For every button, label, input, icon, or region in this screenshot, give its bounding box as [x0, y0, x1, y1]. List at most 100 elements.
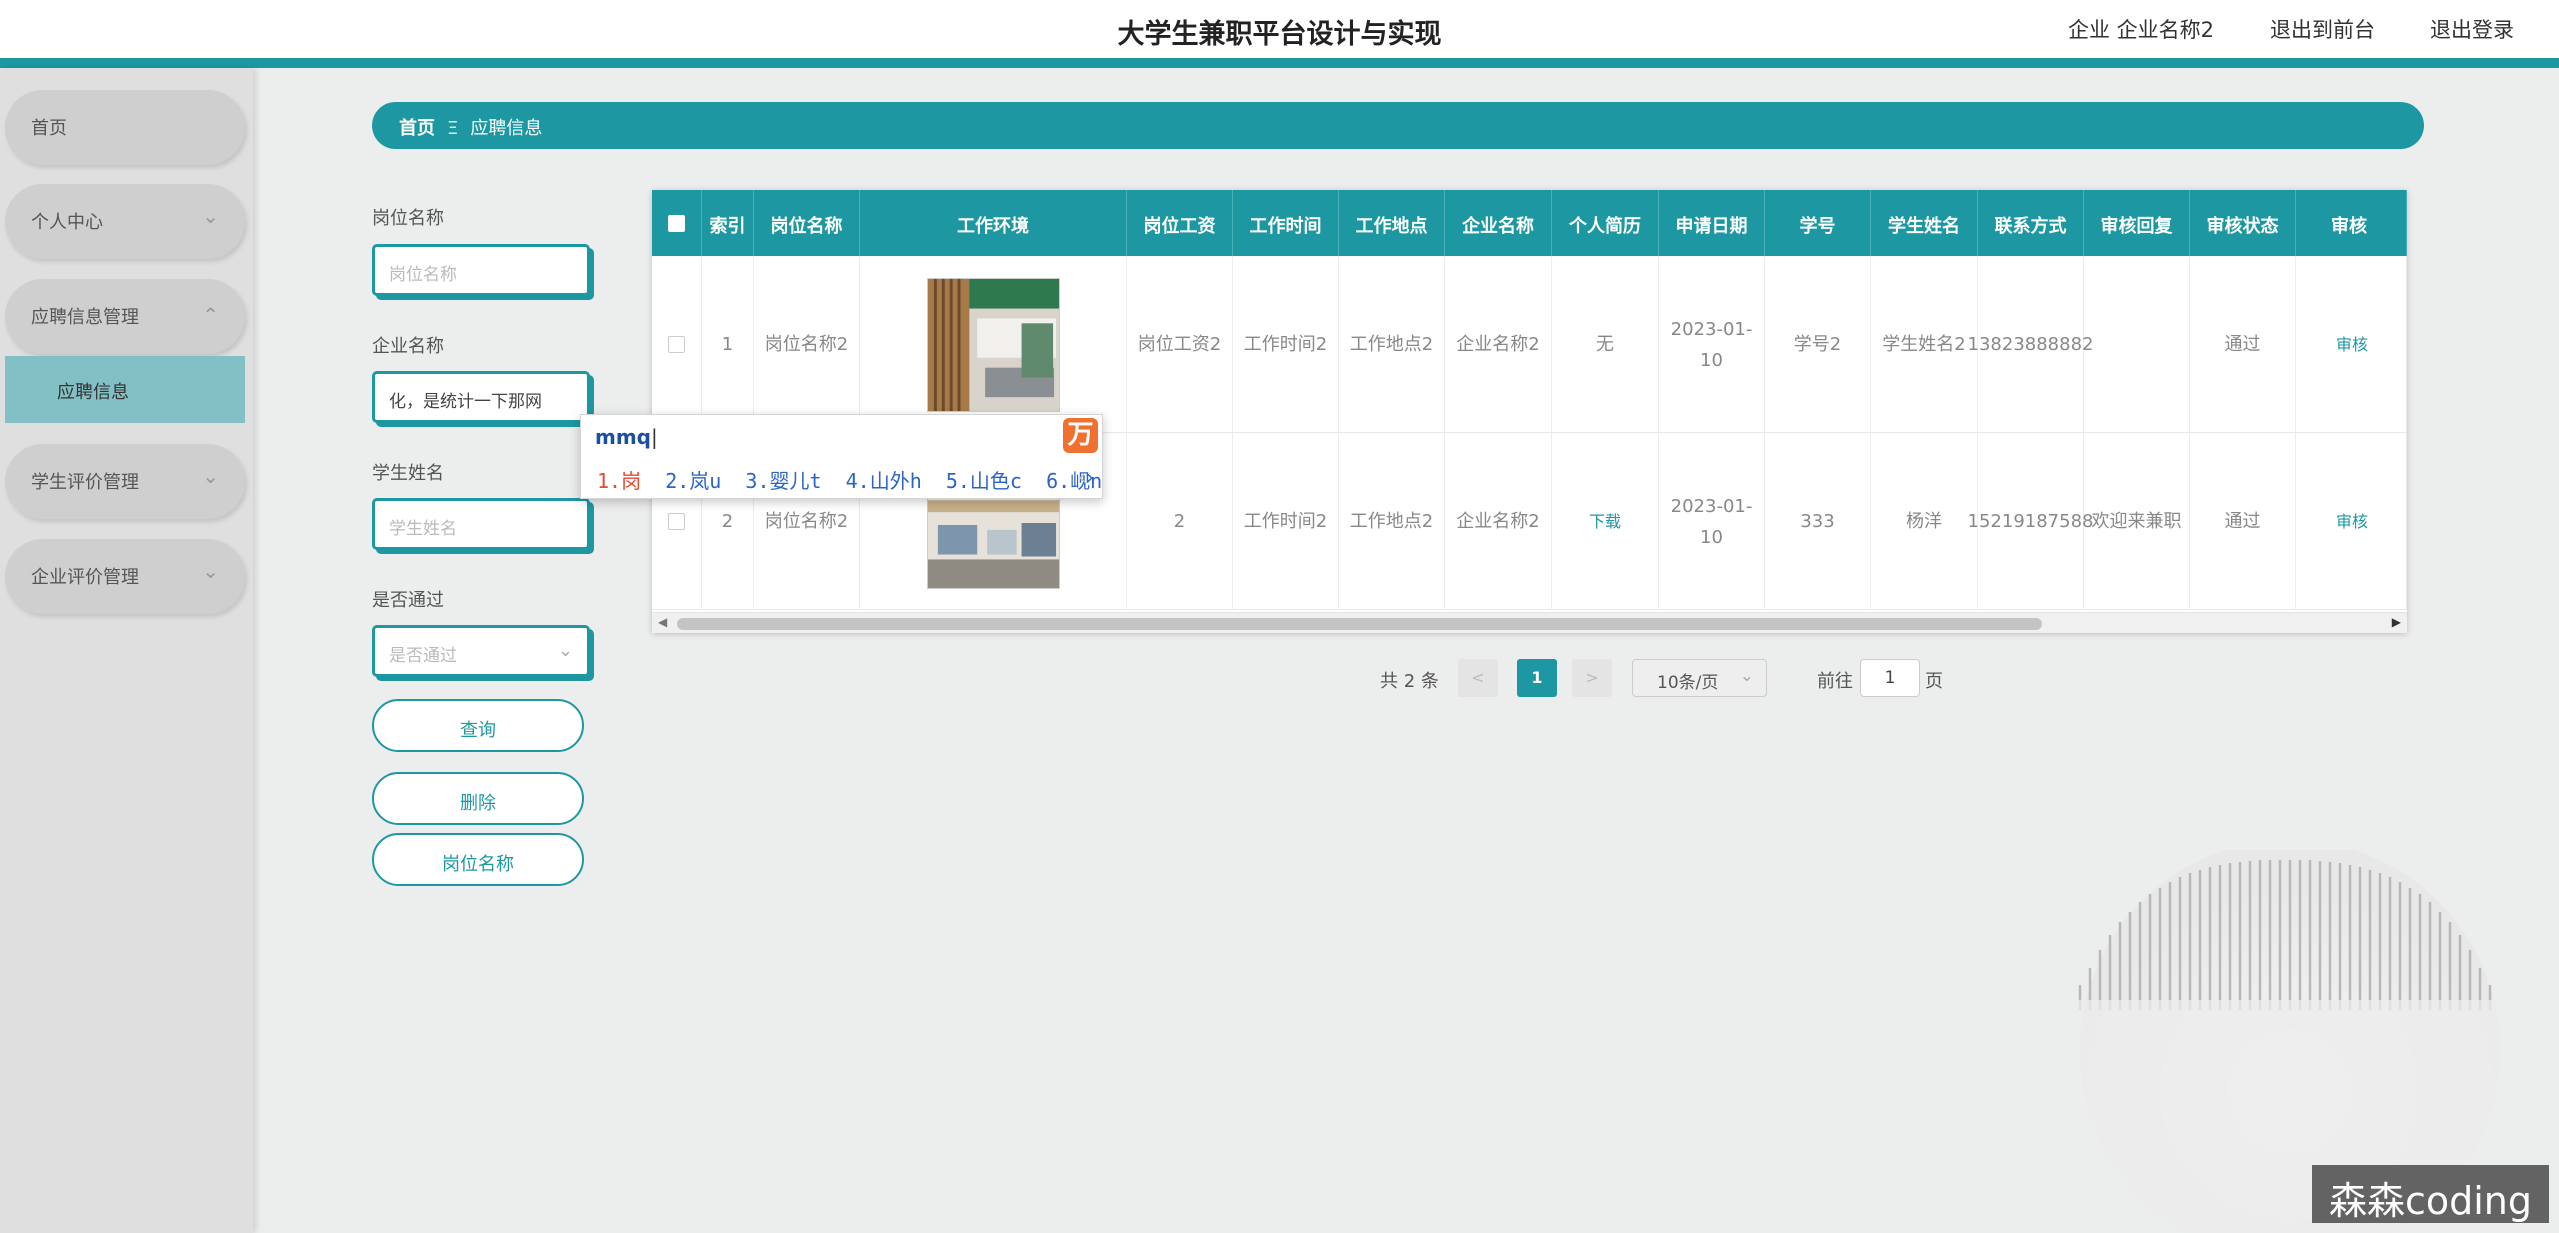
scroll-left-arrow-icon[interactable]: ◀ — [658, 615, 667, 629]
ime-page-arrows: ‹› — [1078, 465, 1094, 489]
query-button[interactable]: 查询 — [372, 699, 584, 752]
column-header[interactable]: 工作环境 — [860, 190, 1127, 256]
work-environment-cell — [860, 256, 1127, 433]
header-accent-bar — [0, 58, 2559, 68]
column-header[interactable]: 岗位名称 — [754, 190, 860, 256]
ime-composition-text: mmq| — [595, 425, 658, 449]
sidebar-item-label: 首页 — [31, 118, 67, 139]
review-reply-cell — [2084, 256, 2190, 433]
pass-status-select[interactable]: 是否通过 ⌄ — [372, 625, 590, 677]
sidebar-item-label: 应聘信息管理 — [31, 307, 139, 328]
sidebar: 首页 个人中心 ⌄ 应聘信息管理 ⌃ 应聘信息 学生评价管理 ⌄ 企业评价管理 … — [0, 68, 253, 1233]
student-id-cell: 333 — [1765, 433, 1871, 610]
ime-candidate[interactable]: 5.山色c — [946, 469, 1022, 493]
column-header[interactable]: 索引 — [702, 190, 754, 256]
chevron-down-icon: ⌄ — [202, 464, 219, 488]
sidebar-item-label: 个人中心 — [31, 212, 103, 233]
company-name-input[interactable]: 化，是统计一下那网 — [372, 371, 590, 423]
company-name-cell: 企业名称2 — [1445, 433, 1552, 610]
column-header[interactable]: 工作地点 — [1339, 190, 1445, 256]
review-status-cell: 通过 — [2190, 433, 2296, 610]
student-id-cell: 学号2 — [1765, 256, 1871, 433]
sidebar-item-personal-center[interactable]: 个人中心 ⌄ — [5, 184, 245, 259]
student-name-cell: 杨洋 — [1871, 433, 1978, 610]
column-header[interactable]: 工作时间 — [1233, 190, 1339, 256]
prev-page-button[interactable]: < — [1458, 659, 1498, 697]
apply-date-cell: 2023-01-10 — [1659, 256, 1765, 433]
ime-prev-page-icon[interactable]: ‹ — [1078, 465, 1086, 489]
table-header: 索引 岗位名称 工作环境 岗位工资 工作时间 工作地点 企业名称 个人简历 申请… — [652, 190, 2407, 256]
logout-link[interactable]: 退出登录 — [2430, 14, 2514, 44]
row-checkbox[interactable] — [668, 513, 685, 530]
pagination-total: 共 2 条 — [1380, 671, 1439, 692]
column-header[interactable]: 联系方式 — [1978, 190, 2084, 256]
page-size-select[interactable]: 10条/页 ⌄ — [1632, 659, 1767, 697]
row-select-cell — [652, 256, 702, 433]
sidebar-item-label: 学生评价管理 — [31, 472, 139, 493]
chevron-down-icon: ⌄ — [1739, 666, 1754, 686]
sidebar-item-home[interactable]: 首页 — [5, 90, 245, 165]
work-place-cell: 工作地点2 — [1339, 256, 1445, 433]
ime-logo-icon[interactable]: 万 — [1063, 418, 1098, 453]
pass-status-placeholder: 是否通过 — [389, 646, 457, 666]
contact-cell: 15219187588 — [1968, 433, 2094, 610]
scrollbar-thumb[interactable] — [677, 618, 2042, 630]
column-header[interactable]: 申请日期 — [1659, 190, 1765, 256]
page-number-button[interactable]: 1 — [1517, 659, 1557, 697]
chevron-up-icon: ⌃ — [202, 303, 219, 327]
column-header[interactable]: 企业名称 — [1445, 190, 1552, 256]
column-header[interactable]: 审核回复 — [2084, 190, 2190, 256]
breadcrumb: 首页 Ξ 应聘信息 — [372, 102, 2424, 149]
sidebar-item-label: 企业评价管理 — [31, 567, 139, 588]
select-all-checkbox[interactable] — [668, 214, 685, 232]
column-header[interactable]: 个人简历 — [1552, 190, 1659, 256]
next-page-button[interactable]: > — [1572, 659, 1612, 697]
delete-button[interactable]: 删除 — [372, 772, 584, 825]
work-place-cell: 工作地点2 — [1339, 433, 1445, 610]
sidebar-item-job-application-management[interactable]: 应聘信息管理 ⌃ — [5, 279, 245, 354]
ime-candidate[interactable]: 3.婴儿t — [745, 469, 821, 493]
column-header[interactable]: 审核 — [2296, 190, 2407, 256]
student-name-input[interactable]: 学生姓名 — [372, 498, 590, 550]
job-application-table: 索引 岗位名称 工作环境 岗位工资 工作时间 工作地点 企业名称 个人简历 申请… — [652, 190, 2407, 633]
column-header[interactable]: 学生姓名 — [1871, 190, 1978, 256]
ime-candidate[interactable]: 4.山外h — [846, 469, 922, 493]
chevron-down-icon: ⌄ — [557, 640, 573, 661]
work-environment-photo[interactable] — [926, 277, 1060, 412]
resume-download-link[interactable]: 下载 — [1552, 433, 1659, 610]
job-name-button[interactable]: 岗位名称 — [372, 833, 584, 886]
row-checkbox[interactable] — [668, 336, 685, 353]
column-header[interactable]: 岗位工资 — [1127, 190, 1233, 256]
contact-cell: 13823888882 — [1968, 256, 2094, 433]
scroll-right-arrow-icon[interactable]: ▶ — [2392, 615, 2401, 629]
horizontal-scrollbar[interactable]: ◀ ▶ — [652, 612, 2407, 633]
select-all-header — [652, 190, 702, 256]
apply-date-cell: 2023-01-10 — [1659, 433, 1765, 610]
breadcrumb-separator-icon: Ξ — [447, 118, 459, 139]
chevron-down-icon: ⌄ — [202, 559, 219, 583]
pass-status-label: 是否通过 — [372, 590, 444, 611]
top-header: 大学生兼职平台设计与实现 企业 企业名称2 退出到前台 退出登录 — [0, 0, 2559, 58]
review-status-cell: 通过 — [2190, 256, 2296, 433]
column-header[interactable]: 学号 — [1765, 190, 1871, 256]
review-action-link[interactable]: 审核 — [2296, 256, 2407, 433]
sidebar-item-label: 应聘信息 — [57, 382, 129, 403]
goto-page-input[interactable]: 1 — [1860, 659, 1920, 697]
company-name-cell: 企业名称2 — [1445, 256, 1552, 433]
sidebar-item-company-review-management[interactable]: 企业评价管理 ⌄ — [5, 539, 245, 614]
ime-next-page-icon[interactable]: › — [1086, 465, 1094, 489]
back-to-front-link[interactable]: 退出到前台 — [2270, 14, 2375, 44]
column-header[interactable]: 审核状态 — [2190, 190, 2296, 256]
breadcrumb-home[interactable]: 首页 — [399, 118, 435, 139]
review-action-link[interactable]: 审核 — [2296, 433, 2407, 610]
job-name-input[interactable]: 岗位名称 — [372, 244, 590, 296]
work-time-cell: 工作时间2 — [1233, 256, 1339, 433]
company-name-label: 企业名称 — [372, 336, 444, 357]
student-name-label: 学生姓名 — [372, 463, 444, 484]
work-time-cell: 工作时间2 — [1233, 433, 1339, 610]
sidebar-item-job-application-info[interactable]: 应聘信息 — [5, 356, 245, 423]
company-user-label: 企业 企业名称2 — [2068, 18, 2215, 42]
ime-candidate[interactable]: 2.岚u — [665, 469, 721, 493]
sidebar-item-student-review-management[interactable]: 学生评价管理 ⌄ — [5, 444, 245, 519]
ime-candidate[interactable]: 1.岗 — [597, 469, 641, 493]
